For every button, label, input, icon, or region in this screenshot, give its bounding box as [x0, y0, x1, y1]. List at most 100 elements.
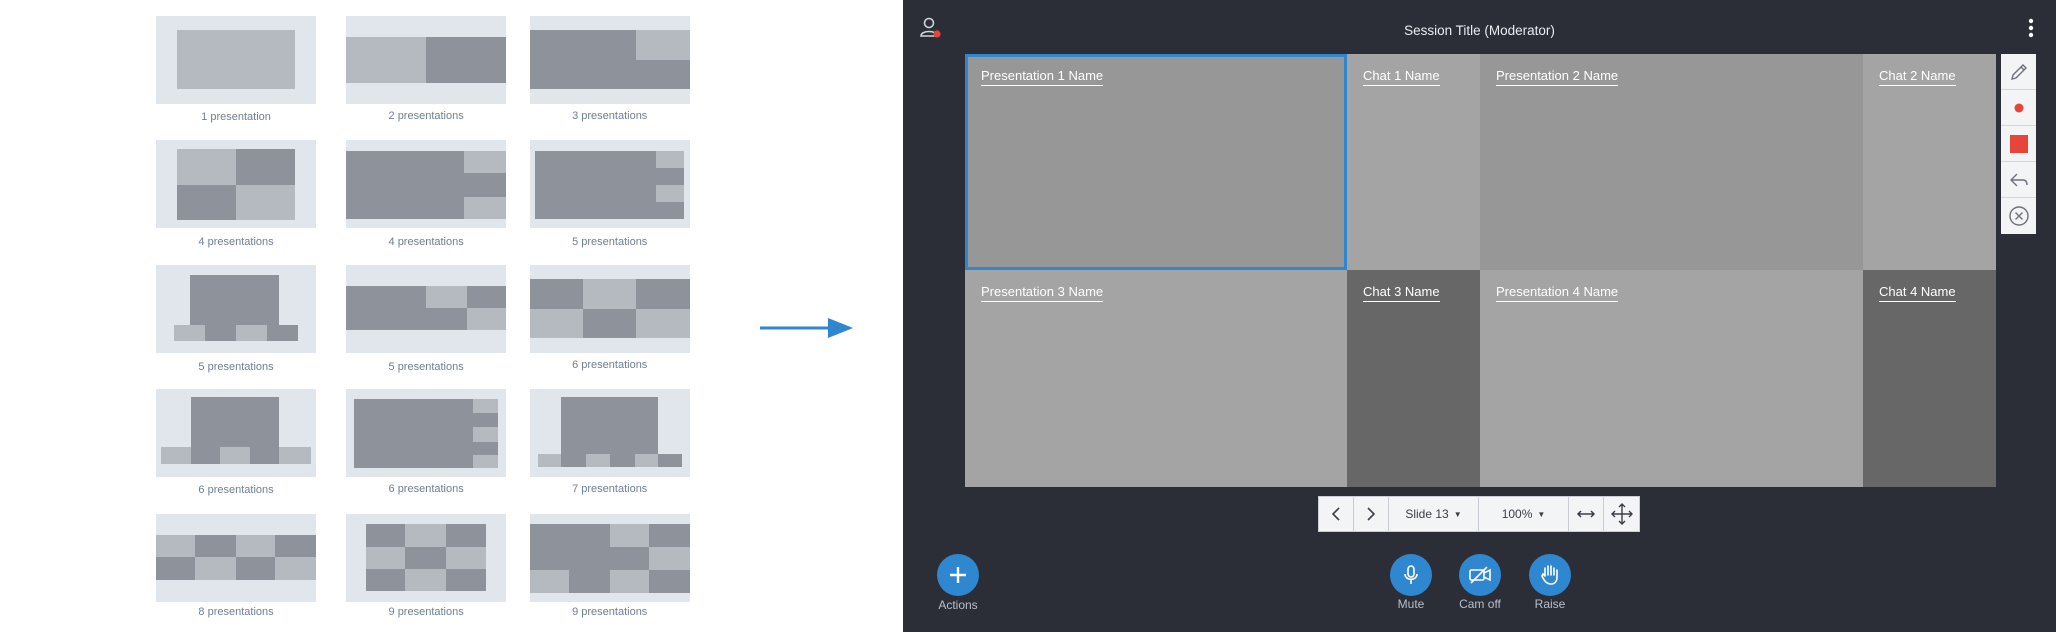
presentation-name: Presentation 2 Name	[1496, 68, 1619, 86]
slide-selector[interactable]: Slide 13 ▼	[1389, 497, 1479, 531]
plus-icon	[950, 567, 966, 583]
record-tool[interactable]	[2001, 90, 2036, 126]
close-circle-icon	[2008, 206, 2029, 226]
layout-block	[466, 285, 507, 309]
layout-thumbnail[interactable]	[156, 264, 316, 353]
presentation-cell-4[interactable]: Presentation 4 Name	[1480, 270, 1863, 487]
layout-block	[634, 453, 659, 467]
layout-thumbnail[interactable]	[156, 513, 316, 602]
layout-block	[236, 534, 276, 558]
chat-cell-3[interactable]: Chat 3 Name	[1347, 270, 1480, 487]
previous-slide-button[interactable]	[1319, 497, 1354, 531]
layout-block	[445, 524, 487, 547]
layout-block	[346, 285, 427, 331]
chat-cell-1[interactable]: Chat 1 Name	[1347, 54, 1480, 270]
mute-button[interactable]	[1390, 554, 1432, 596]
presentation-name: Presentation 4 Name	[1496, 284, 1619, 302]
fit-width-button[interactable]	[1569, 497, 1604, 531]
layout-thumbnail[interactable]	[156, 140, 316, 229]
layout-block	[426, 308, 467, 331]
layout-thumbnail[interactable]	[156, 389, 316, 478]
layout-block	[236, 325, 268, 341]
chat-name: Chat 3 Name	[1363, 284, 1440, 302]
layout-block	[177, 30, 295, 90]
layout-block	[346, 36, 427, 83]
chat-cell-2[interactable]: Chat 2 Name	[1863, 54, 1996, 270]
layout-thumbnail[interactable]	[156, 15, 316, 104]
layout-block	[220, 447, 251, 465]
zoom-level: 100%	[1501, 507, 1533, 521]
next-slide-button[interactable]	[1354, 497, 1389, 531]
chat-name: Chat 2 Name	[1879, 68, 1956, 86]
layout-block	[655, 201, 685, 219]
layout-caption: 4 presentations	[198, 236, 274, 249]
layout-block	[464, 196, 507, 219]
layout-block	[635, 279, 690, 310]
presentation-cell-2[interactable]: Presentation 2 Name	[1480, 54, 1863, 270]
stop-tool[interactable]	[2001, 126, 2036, 162]
layout-block	[195, 557, 236, 580]
layout-block	[267, 325, 298, 341]
layout-block	[365, 569, 406, 592]
layout-block	[569, 570, 610, 593]
presentation-cell-3[interactable]: Presentation 3 Name	[965, 270, 1347, 487]
session-screen: Session Title (Moderator) Presentation 1…	[903, 0, 2056, 632]
layout-block	[236, 149, 295, 185]
caret-down-icon: ▼	[1453, 509, 1462, 519]
layout-block	[156, 534, 196, 558]
camera-button[interactable]	[1459, 554, 1501, 596]
layout-thumbnail[interactable]	[529, 513, 690, 602]
layout-block	[609, 453, 635, 467]
layout-block	[473, 427, 499, 442]
layout-block	[529, 524, 610, 571]
layout-block	[346, 150, 465, 219]
layout-block	[473, 441, 499, 455]
layout-caption: 6 presentations	[572, 359, 648, 372]
red-square-icon	[2009, 134, 2028, 153]
pan-button[interactable]	[1604, 497, 1639, 531]
raise-hand-button[interactable]	[1529, 554, 1571, 596]
layout-thumbnail[interactable]	[346, 264, 507, 353]
layout-caption: 6 presentations	[198, 483, 274, 496]
layout-thumbnail[interactable]	[346, 513, 507, 602]
more-options-icon[interactable]	[2028, 17, 2034, 39]
layout-block	[583, 309, 636, 339]
move-icon	[1610, 503, 1633, 525]
actions-button[interactable]	[937, 554, 979, 596]
layout-thumbnail[interactable]	[529, 389, 690, 478]
layout-block	[195, 534, 236, 558]
layout-block	[658, 453, 682, 467]
layout-block	[236, 557, 276, 580]
layout-block	[473, 398, 499, 414]
layout-block	[635, 60, 690, 90]
presentation-grid: Presentation 1 Name Chat 1 Name Presenta…	[965, 54, 1996, 487]
layout-block	[275, 557, 316, 580]
layout-block	[537, 453, 562, 467]
layout-block	[190, 275, 280, 326]
layout-block	[529, 30, 636, 90]
layout-thumbnail[interactable]	[346, 389, 507, 478]
layout-block	[174, 325, 205, 341]
layout-caption: 7 presentations	[572, 482, 648, 495]
layout-block	[649, 546, 690, 571]
undo-tool[interactable]	[2001, 162, 2036, 198]
layout-thumbnail[interactable]	[346, 15, 507, 104]
chevron-left-icon	[1331, 507, 1340, 521]
zoom-selector[interactable]: 100% ▼	[1479, 497, 1569, 531]
layout-block	[236, 184, 295, 221]
layout-caption: 1 presentation	[201, 111, 271, 124]
layout-thumbnail[interactable]	[529, 140, 690, 229]
layout-caption: 5 presentations	[388, 360, 464, 373]
layout-block	[609, 570, 650, 593]
chat-cell-4[interactable]: Chat 4 Name	[1863, 270, 1996, 487]
pencil-tool[interactable]	[2001, 54, 2036, 90]
layout-caption: 4 presentations	[388, 236, 464, 249]
layout-block	[473, 454, 499, 469]
presentation-cell-1[interactable]: Presentation 1 Name	[965, 54, 1347, 270]
layout-block	[426, 285, 467, 309]
layout-thumbnail[interactable]	[529, 264, 690, 353]
layout-thumbnail[interactable]	[346, 140, 507, 229]
layout-block	[365, 524, 406, 547]
layout-thumbnail[interactable]	[529, 15, 690, 104]
clear-tool[interactable]	[2001, 198, 2036, 234]
